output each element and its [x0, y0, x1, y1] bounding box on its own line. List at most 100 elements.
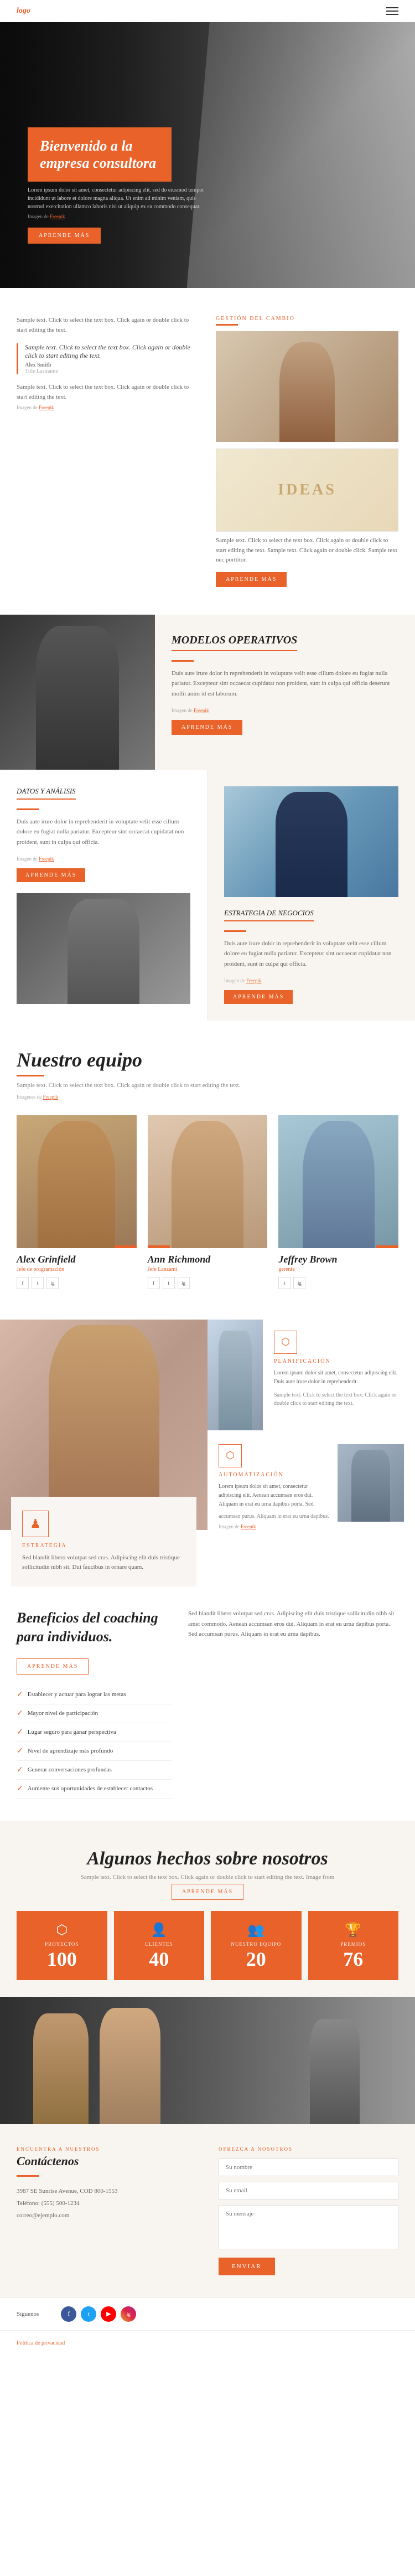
ann-fb-icon[interactable]: f: [148, 1277, 160, 1289]
strategy-learn-more-button[interactable]: APRENDE MÁS: [224, 990, 293, 1004]
navbar: logo: [0, 0, 415, 22]
twitter-icon[interactable]: t: [81, 2306, 96, 2322]
models-learn-more-button[interactable]: APRENDE MÁS: [172, 720, 242, 735]
ann-accent-bar: [148, 1245, 170, 1248]
benefit-text: Establecer y actuar para lograr las meta…: [28, 1691, 126, 1698]
hero-img-caption: Imagen de Freepik: [28, 214, 65, 219]
facts-section: Algunos hechos sobre nosotros Sample tex…: [0, 1821, 415, 1997]
ann-photo: [148, 1115, 268, 1248]
automation-content: ⬡ AUTOMATIZACIÓN Lorem ipsum dolor sit a…: [219, 1444, 329, 1529]
contact-info-col: ENCUENTRA A NUESTROS Contáctenos 3987 SE…: [17, 2146, 196, 2275]
contact-message-input[interactable]: [219, 2205, 398, 2249]
fact-number-2: 20: [219, 1949, 293, 1969]
change-left: Sample text. Click to select the text bo…: [17, 316, 199, 412]
strategy-chess-icon: ♟: [30, 1517, 41, 1531]
check-icon: ✓: [17, 1709, 23, 1718]
jeffrey-ig-icon[interactable]: ig: [293, 1277, 305, 1289]
jeffrey-role: gerente: [278, 1266, 398, 1272]
benefit-text: Nivel de aprendizaje más profundo: [28, 1748, 113, 1754]
ann-info: Ann Richmond Jefe Lanzami f t ig: [148, 1248, 268, 1292]
ann-ig-icon[interactable]: ig: [178, 1277, 190, 1289]
fact-label-2: NUESTRO EQUIPO: [219, 1941, 293, 1947]
coaching-benefit-item: ✓Lugar seguro para ganar perspectiva: [17, 1723, 172, 1742]
team-subtitle: Sample text. Click to select the text bo…: [17, 1082, 398, 1089]
contact-email-input[interactable]: [219, 2182, 398, 2199]
ann-tw-icon[interactable]: t: [163, 1277, 175, 1289]
check-icon: ✓: [17, 1784, 23, 1794]
team-section: Nuestro equipo Sample text. Click to sel…: [0, 1021, 415, 1320]
team-title: Nuestro equipo: [17, 1048, 398, 1071]
hero-learn-more-button[interactable]: APRENDE MÁS: [28, 228, 101, 244]
benefit-text: Mayor nivel de participación: [28, 1710, 98, 1717]
facts-grid: ⬡PROYECTOS100👤CLIENTES40👥NUESTRO EQUIPO2…: [17, 1911, 398, 1980]
fact-number-1: 40: [122, 1949, 196, 1969]
facts-bottom-image: [0, 1997, 415, 2124]
facts-learn-more-button[interactable]: APRENDE MÁS: [172, 1884, 243, 1900]
facebook-icon[interactable]: f: [61, 2306, 76, 2322]
models-img-caption: Imagen de Freepik: [172, 708, 398, 713]
change-left-text1: Sample text. Click to select the text bo…: [17, 316, 199, 335]
hero-title-box: Bienvenido a la empresa consultora: [28, 127, 172, 182]
models-line: [172, 660, 194, 662]
strategy-desc: Sed blandit libero volutpat sed cras. Ad…: [22, 1553, 185, 1573]
change-learn-more-button[interactable]: APRENDE MÁS: [216, 572, 287, 587]
coaching-section: Beneficios del coaching para individuos.…: [0, 1586, 415, 1821]
strategy-line: [224, 930, 246, 932]
instagram-icon[interactable]: ig: [121, 2306, 136, 2322]
ideas-image: IDEAS: [216, 449, 398, 532]
coaching-benefits-list: ✓ Establecer y actuar para lograr las met…: [17, 1686, 172, 1799]
data-line: [17, 808, 39, 810]
alex-social: f t ig: [17, 1277, 137, 1289]
change-quote-author: Alex Smith: [25, 362, 199, 368]
fact-icon-2: 👥: [219, 1922, 293, 1938]
social-section: Síguenos f t ▶ ig: [0, 2297, 415, 2330]
data-analysis-col: DATOS Y ANÁLISIS Duis aute irure dolor i…: [0, 770, 208, 1021]
hamburger-line-2: [386, 11, 398, 12]
fact-icon-0: ⬡: [25, 1922, 99, 1938]
coaching-benefit-item: ✓Generar conversaciones profundas: [17, 1761, 172, 1780]
youtube-icon[interactable]: ▶: [101, 2306, 116, 2322]
strategy-label: ESTRATEGIA: [22, 1543, 185, 1549]
change-right: GESTIÓN DEL CAMBIO IDEAS Sample text. Cl…: [216, 316, 398, 587]
benefit-text: Generar conversaciones profundas: [28, 1766, 112, 1773]
fact-icon-1: 👤: [122, 1922, 196, 1938]
strat-auto-section: ♟ ESTRATEGIA Sed blandit libero volutpat…: [0, 1320, 415, 1586]
fact-icon-3: 🏆: [317, 1922, 391, 1938]
fact-card-3: 🏆 PREMIOS 76: [308, 1911, 399, 1980]
change-orange-line: [216, 324, 238, 326]
alex-accent-bar: [115, 1245, 137, 1248]
change-quote-text: Sample text. Click to select the text bo…: [25, 343, 199, 360]
fact-label-0: PROYECTOS: [25, 1941, 99, 1947]
hero-content: Bienvenido a la empresa consultora Lorem…: [28, 127, 205, 244]
alex-ig-icon[interactable]: ig: [46, 1277, 59, 1289]
fact-number-0: 100: [25, 1949, 99, 1969]
alex-tw-icon[interactable]: t: [32, 1277, 44, 1289]
hero-subtitle: Lorem ipsum dolor sit amet, consectetur …: [28, 186, 205, 211]
strategy-icon-box: ♟: [22, 1511, 49, 1537]
social-icons: f t ▶ ig: [61, 2306, 136, 2322]
coaching-benefit-item: ✓Nivel de aprendizaje más profundo: [17, 1742, 172, 1761]
fact-number-3: 76: [317, 1949, 391, 1969]
contact-form-col: OFREZCA A NOSOTROS ENVIAR: [219, 2146, 398, 2275]
jeffrey-tw-icon[interactable]: t: [278, 1277, 290, 1289]
alex-fb-icon[interactable]: f: [17, 1277, 29, 1289]
logo[interactable]: logo: [17, 7, 30, 16]
contact-send-button[interactable]: ENVIAR: [219, 2258, 275, 2275]
team-card-jeffrey: Jeffrey Brown gerente t ig: [278, 1115, 398, 1292]
contact-pre-label: ENCUENTRA A NUESTROS: [17, 2146, 196, 2152]
fact-label-3: PREMIOS: [317, 1941, 391, 1947]
team-title-line: [17, 1075, 44, 1076]
planning-section: ⬡ PLANIFICACIÓN Lorem ipsum dolor sit am…: [208, 1320, 415, 1430]
hamburger-menu[interactable]: [386, 7, 398, 15]
jeffrey-info: Jeffrey Brown gerente t ig: [278, 1248, 398, 1292]
coaching-learn-more-button[interactable]: APRENDE MÁS: [17, 1658, 89, 1675]
ann-role: Jefe Lanzami: [148, 1266, 268, 1272]
ann-social: f t ig: [148, 1277, 268, 1289]
automation-hex-icon: ⬡: [226, 1450, 235, 1461]
facts-title: Algunos hechos sobre nosotros: [17, 1848, 398, 1869]
privacy-policy-link[interactable]: Política de privacidad: [17, 2340, 65, 2346]
data-learn-more-button[interactable]: APRENDE MÁS: [17, 868, 85, 882]
contact-name-input[interactable]: [219, 2158, 398, 2176]
planning-label: PLANIFICACIÓN: [274, 1358, 404, 1364]
planning-icon-box: ⬡: [274, 1331, 297, 1354]
